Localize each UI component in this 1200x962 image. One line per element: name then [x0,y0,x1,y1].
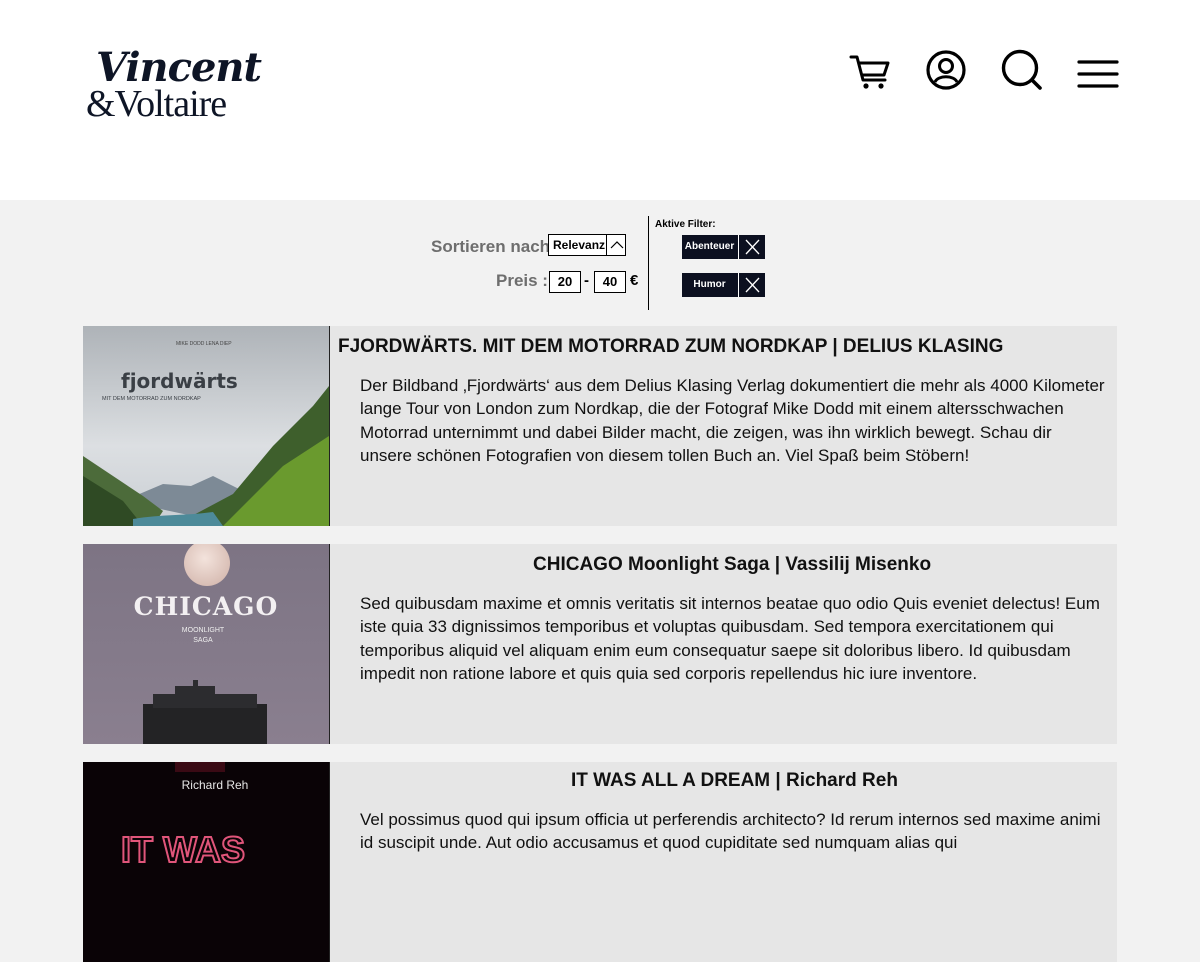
book-cover-image[interactable]: MIKE DODD LENA DIEP fjordwärts MIT DEM M… [83,326,329,526]
cover-neon-text: IT WAS [121,829,245,870]
cover-authors: MIKE DODD LENA DIEP [176,341,232,347]
filter-chip-humor[interactable]: Humor [682,273,765,297]
book-title[interactable]: CHICAGO Moonlight Saga | Vassilij Misenk… [533,554,931,576]
cover-subtitle: MIT DEM MOTORRAD ZUM NORDKAP [102,396,201,402]
close-icon[interactable] [738,273,765,297]
book-card[interactable]: MIKE DODD LENA DIEP fjordwärts MIT DEM M… [83,326,1117,526]
card-divider [329,762,330,962]
filter-bar [0,200,1200,318]
filter-divider [648,216,649,310]
chevron-up-icon[interactable] [606,235,627,255]
user-icon[interactable] [924,48,968,92]
book-title[interactable]: FJORDWÄRTS. MIT DEM MOTORRAD ZUM NORDKAP… [338,336,1003,358]
book-cover-image[interactable]: Richard Reh IT WAS [83,762,329,962]
price-label: Preis : [496,271,548,290]
menu-icon[interactable] [1076,48,1120,92]
close-icon[interactable] [738,235,765,259]
cover-line2: SAGA [193,637,213,644]
filter-chip-label: Abenteuer [684,241,735,252]
card-divider [329,544,330,744]
site-header: Vincent &Voltaire [0,0,1200,200]
sort-select[interactable]: Relevanz [548,234,626,256]
sort-label: Sortieren nach: [431,237,556,256]
price-separator: - [584,272,589,289]
cover-title: fjordwärts [121,369,238,393]
book-card[interactable]: Richard Reh IT WAS IT WAS ALL A DREAM | … [83,762,1117,962]
price-min-input[interactable]: 20 [549,271,581,293]
logo-line-2: &Voltaire [86,83,227,125]
currency-symbol: € [630,272,639,289]
cover-title: CHICAGO [134,592,279,621]
sort-value: Relevanz [553,238,606,252]
site-logo[interactable]: Vincent &Voltaire [86,44,262,128]
book-card[interactable]: CHICAGO MOONLIGHT SAGA CHICAGO Moonlight… [83,544,1117,744]
book-description: Der Bildband ‚Fjordwärts‘ aus dem Delius… [360,376,1105,465]
book-title[interactable]: IT WAS ALL A DREAM | Richard Reh [571,770,898,792]
book-description: Sed quibusdam maxime et omnis veritatis … [360,594,1100,683]
filter-chip-label: Humor [693,279,726,290]
search-icon[interactable] [1000,48,1044,92]
active-filters-label: Aktive Filter: [655,219,716,230]
filter-chip-abenteuer[interactable]: Abenteuer [682,235,765,259]
cart-icon[interactable] [848,48,892,92]
card-divider [329,326,330,526]
cover-author: Richard Reh [182,778,249,792]
book-cover-image[interactable]: CHICAGO MOONLIGHT SAGA [83,544,329,744]
book-description: Vel possimus quod qui ipsum officia ut p… [360,810,1101,853]
cover-line1: MOONLIGHT [182,627,225,634]
price-max-input[interactable]: 40 [594,271,626,293]
